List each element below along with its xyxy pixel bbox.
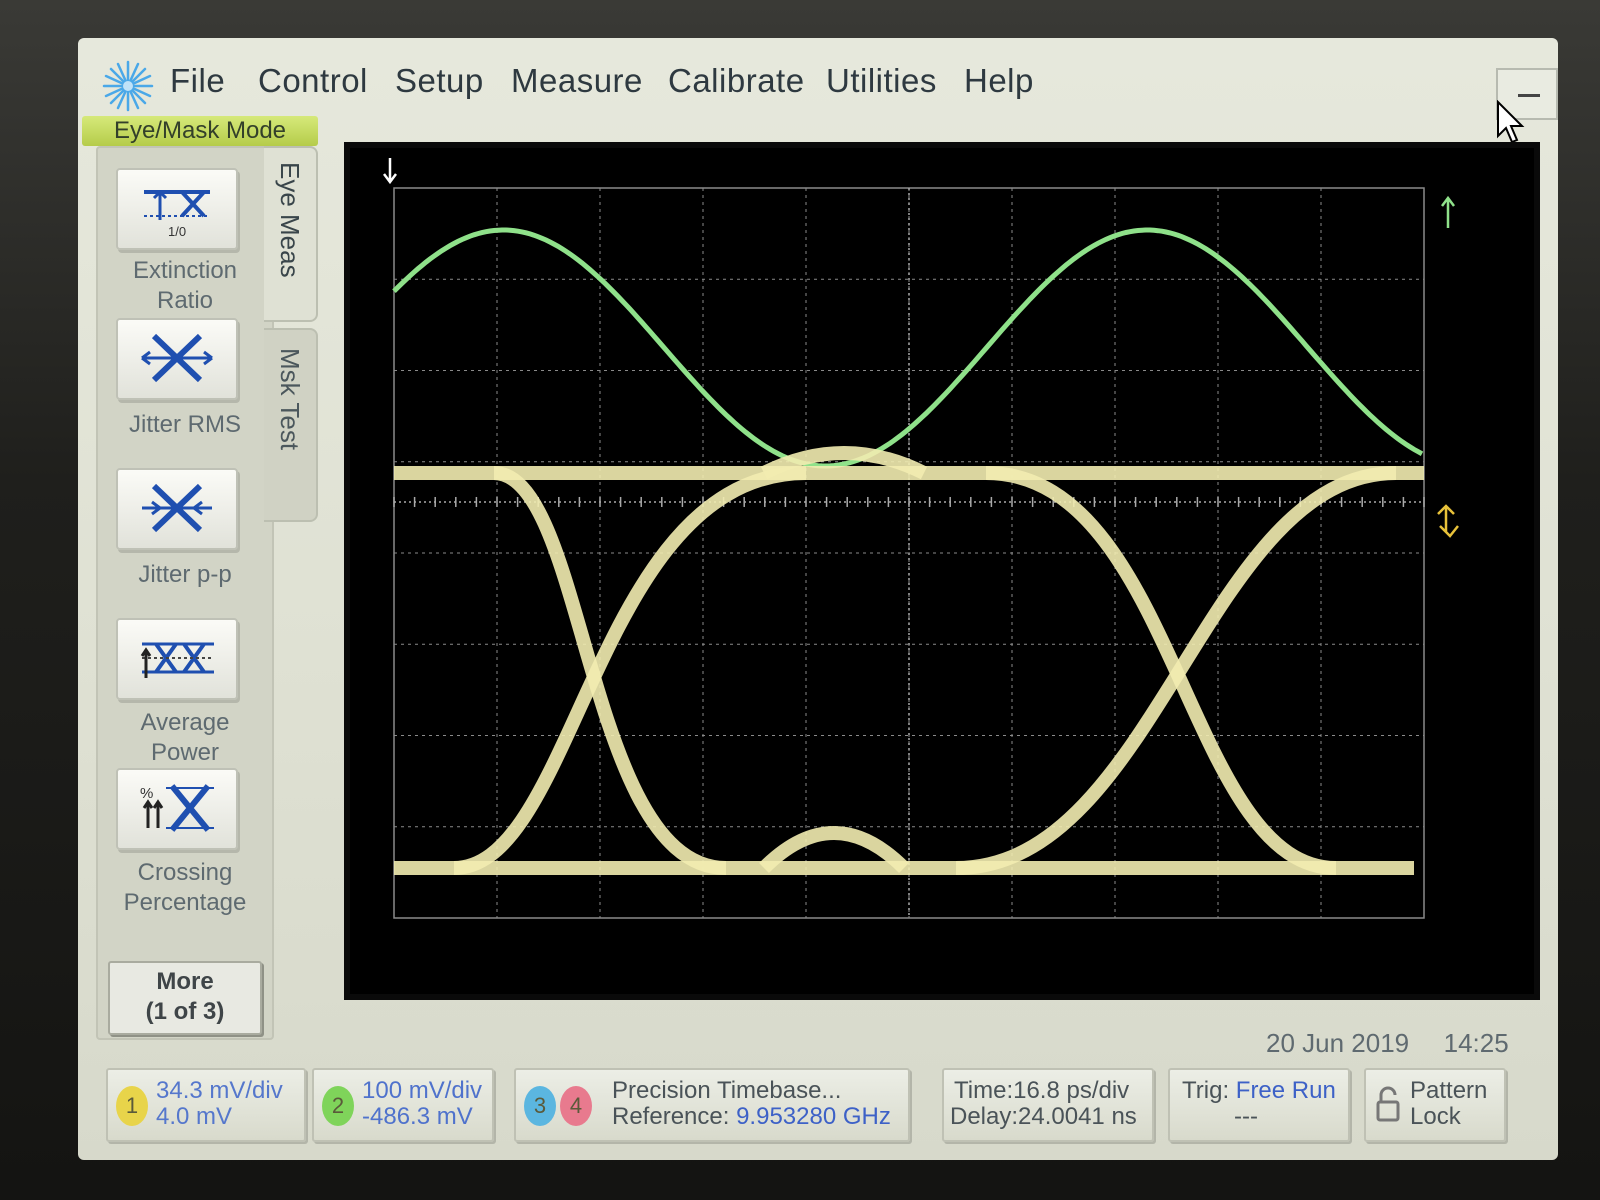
lock-icon xyxy=(1376,1086,1400,1122)
channel-2-offset: -486.3 mV xyxy=(362,1103,473,1130)
menu-setup[interactable]: Setup xyxy=(395,62,484,100)
more-button[interactable]: More (1 of 3) xyxy=(108,961,262,1035)
time-text: 14:25 xyxy=(1443,1028,1509,1058)
extinction-ratio-label: Extinction Ratio xyxy=(132,257,238,314)
channel-3-badge: 3 xyxy=(524,1086,556,1126)
timebase-box[interactable]: 3 4 Precision Timebase... Reference: 9.9… xyxy=(514,1068,910,1142)
jitter-rms-icon xyxy=(141,333,213,383)
menu-bar: File Control Setup Measure Calibrate Uti… xyxy=(78,38,1558,144)
channel-1-eye-trace xyxy=(453,466,807,875)
menu-help[interactable]: Help xyxy=(964,62,1034,100)
crossing-percentage-button[interactable]: % xyxy=(116,768,238,850)
jitter-rms-label: Jitter RMS xyxy=(128,411,241,438)
scope-screen: File Control Setup Measure Calibrate Uti… xyxy=(78,38,1558,1160)
crossing-percentage-icon: % xyxy=(140,784,214,832)
tab-eye-meas[interactable]: Eye Meas xyxy=(264,146,318,322)
time-reference-marker-icon xyxy=(383,158,397,185)
jitter-rms-button[interactable] xyxy=(116,318,238,400)
channel-1-box[interactable]: 1 34.3 mV/div 4.0 mV xyxy=(106,1068,306,1142)
tab-msk-test-label: Msk Test xyxy=(275,348,305,451)
menu-utilities[interactable]: Utilities xyxy=(826,62,937,100)
channel-1-scale: 34.3 mV/div xyxy=(156,1077,283,1104)
timebase-title: Precision Timebase... xyxy=(612,1077,842,1104)
mouse-cursor-icon xyxy=(1497,100,1525,144)
menu-file[interactable]: File xyxy=(170,62,225,100)
trigger-value: Free Run xyxy=(1235,1077,1336,1104)
trigger-label: Trig: xyxy=(1182,1077,1230,1104)
time-scale-text: Time:16.8 ps/div xyxy=(954,1077,1130,1104)
datetime: 20 Jun 2019 14:25 xyxy=(1266,1028,1509,1059)
pattern-lock-line1: Pattern xyxy=(1410,1077,1488,1104)
menu-measure[interactable]: Measure xyxy=(511,62,643,100)
pattern-lock-line2: Lock xyxy=(1410,1103,1461,1130)
average-power-label: Average Power xyxy=(140,709,230,766)
channel-1-eye-trace xyxy=(955,466,1397,875)
jitter-pp-button[interactable] xyxy=(116,468,238,550)
delay-text: Delay:24.0041 ns xyxy=(950,1103,1137,1130)
crossing-percentage-label: Crossing Percentage xyxy=(123,859,247,916)
channel-1-badge: 1 xyxy=(116,1086,148,1126)
extinction-ratio-icon: 1/0 xyxy=(144,189,210,239)
date-text: 20 Jun 2019 xyxy=(1266,1028,1410,1058)
trigger-box[interactable]: Trig: Free Run --- xyxy=(1168,1068,1350,1142)
measurement-panel: 1/0 Extinction Ratio Jitter RMS Jitter p… xyxy=(96,146,274,1040)
tab-eye-meas-label: Eye Meas xyxy=(275,162,305,278)
svg-text:%: % xyxy=(140,785,153,802)
reference-value: 9.953280 GHz xyxy=(736,1103,891,1130)
pattern-lock-box[interactable]: Pattern Lock xyxy=(1364,1068,1506,1142)
menu-control[interactable]: Control xyxy=(258,62,368,100)
channel-2-scale: 100 mV/div xyxy=(362,1077,483,1104)
jitter-pp-label: Jitter p-p xyxy=(138,561,232,588)
average-power-icon xyxy=(140,642,214,678)
reference-label: Reference: xyxy=(612,1103,730,1130)
extinction-ratio-button[interactable]: 1/0 xyxy=(116,168,238,250)
jitter-pp-icon xyxy=(142,483,212,533)
average-power-button[interactable] xyxy=(116,618,238,700)
mode-label: Eye/Mask Mode xyxy=(82,116,318,146)
channel-2-trace xyxy=(392,227,1424,469)
channel-1-marker-icon xyxy=(1437,504,1459,538)
tab-msk-test[interactable]: Msk Test xyxy=(264,328,318,522)
menu-calibrate[interactable]: Calibrate xyxy=(668,62,805,100)
time-delay-box[interactable]: Time:16.8 ps/div Delay:24.0041 ns xyxy=(942,1068,1154,1142)
channel-4-badge: 4 xyxy=(560,1086,592,1126)
more-button-line1: More xyxy=(156,968,214,995)
channel-2-box[interactable]: 2 100 mV/div -486.3 mV xyxy=(312,1068,494,1142)
waveform-display xyxy=(344,142,1540,1000)
extinction-ratio-icon-caption: 1/0 xyxy=(168,224,186,239)
channel-2-marker-icon xyxy=(1441,195,1455,228)
channel-2-badge: 2 xyxy=(322,1086,354,1126)
trigger-sub: --- xyxy=(1234,1103,1258,1130)
more-button-line2: (1 of 3) xyxy=(145,998,225,1025)
channel-1-offset: 4.0 mV xyxy=(156,1103,233,1130)
waveform-graticule xyxy=(383,158,1459,919)
agilent-logo-icon xyxy=(102,60,154,112)
